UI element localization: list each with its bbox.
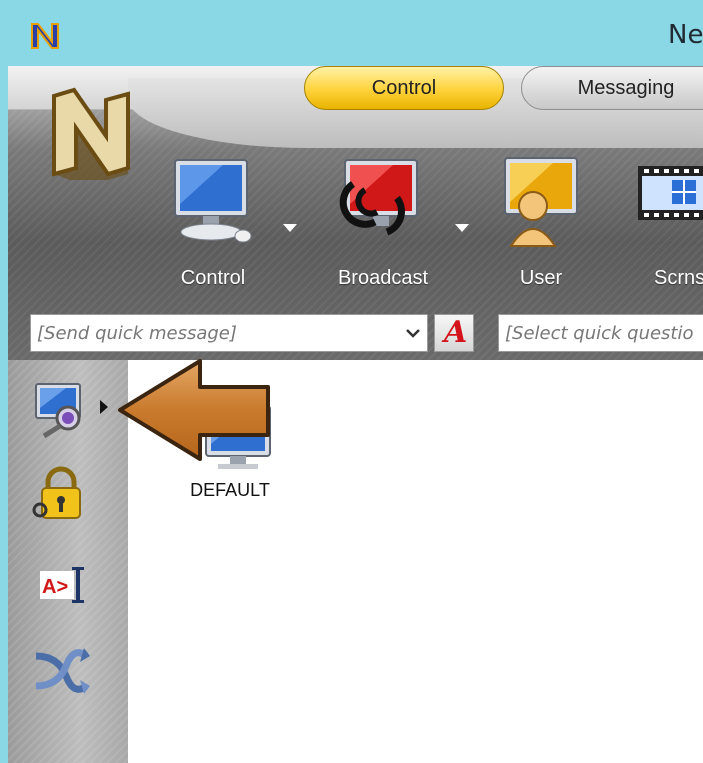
broadcast-tool-button[interactable]: Broadcast [323, 154, 469, 304]
user-tool-label: User [519, 267, 563, 289]
control-dropdown-icon[interactable] [283, 224, 297, 232]
quick-question-field[interactable]: [Select quick questio [498, 314, 703, 352]
computer-label: DEFAULT [190, 480, 270, 500]
screenshot-icon [638, 166, 703, 220]
app-logo-icon [31, 23, 59, 49]
user-icon [504, 157, 578, 247]
tab-control[interactable]: Control [304, 66, 504, 110]
text-input-icon[interactable]: A> [30, 555, 92, 617]
font-style-button[interactable]: A [434, 314, 474, 352]
chevron-down-icon[interactable] [404, 324, 422, 342]
title-bar: Ne [0, 0, 703, 66]
callout-arrow-icon [118, 359, 270, 461]
window-frame-left [0, 66, 8, 763]
monitor-icon [174, 159, 252, 243]
lock-icon[interactable] [30, 462, 92, 524]
control-tool-button[interactable]: Control [153, 154, 297, 304]
window-title: Ne [668, 20, 703, 50]
screenshot-tool-label: Scrnsh [654, 267, 703, 289]
shuffle-icon[interactable] [30, 640, 92, 702]
computer-search-icon[interactable] [30, 378, 92, 440]
quick-message-field[interactable]: [Send quick message] [30, 314, 428, 352]
broadcast-tool-label: Broadcast [337, 267, 429, 289]
text-input-glyph: A> [42, 576, 68, 598]
ribbon: Control Messaging Control Broadcast User… [8, 66, 703, 360]
font-icon: A [444, 315, 468, 350]
quick-question-placeholder: [Select quick questio [505, 322, 694, 344]
broadcast-dropdown-icon[interactable] [455, 224, 469, 232]
quick-message-placeholder: [Send quick message] [37, 322, 237, 344]
n-logo-icon [52, 87, 130, 180]
user-tool-button[interactable]: User [481, 154, 601, 304]
broadcast-icon [339, 159, 418, 236]
screenshot-tool-button[interactable]: Scrnsh [628, 154, 703, 304]
tab-messaging[interactable]: Messaging [521, 66, 703, 110]
submenu-arrow-icon[interactable] [100, 400, 108, 414]
control-tool-label: Control [180, 267, 246, 289]
